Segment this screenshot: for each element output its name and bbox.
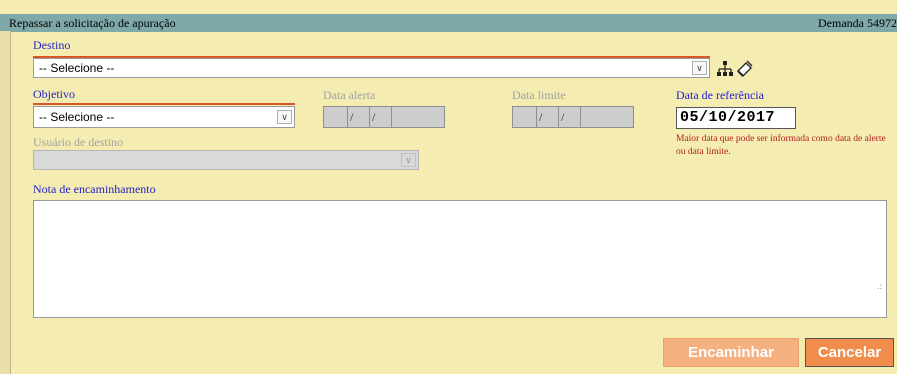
date-separator: / [539,110,543,124]
hierarchy-icon[interactable] [716,60,734,78]
data-limite-month[interactable]: / [537,107,559,127]
data-limite-sep: / [559,107,581,127]
data-limite-input[interactable]: / / [512,106,634,128]
eraser-icon[interactable] [735,60,753,78]
destino-label: Destino [33,38,71,52]
data-alerta-sep: / [370,107,392,127]
data-alerta-year[interactable] [392,107,444,127]
cancelar-button[interactable]: Cancelar [805,338,894,367]
objetivo-select[interactable]: -- Selecione -- ∨ [33,106,295,128]
left-edge [0,31,11,374]
data-referencia-input[interactable]: 05/10/2017 [676,107,796,129]
chevron-down-icon[interactable]: ∨ [692,61,707,75]
chevron-down-icon: ∨ [401,153,416,167]
data-limite-year[interactable] [581,107,633,127]
destino-value: -- Selecione -- [39,61,115,75]
objetivo-required-marker [33,103,295,105]
data-limite-day[interactable] [513,107,537,127]
nota-label: Nota de encaminhamento [33,182,156,196]
dialog-titlebar: Repassar a solicitação de apuração Deman… [0,0,897,32]
data-alerta-month[interactable]: / [348,107,370,127]
date-separator: / [372,110,376,124]
usuario-destino-label: Usuário de destino [33,135,123,149]
demand-number: Demanda 54972 [818,16,897,30]
data-alerta-day[interactable] [324,107,348,127]
data-limite-label: Data limite [512,88,566,102]
data-alerta-label: Data alerta [323,88,376,102]
chevron-down-icon[interactable]: ∨ [277,110,292,124]
data-referencia-label: Data de referência [676,88,764,102]
objetivo-label: Objetivo [33,87,75,101]
destino-required-marker [33,56,710,58]
nota-textarea[interactable]: .: [33,200,887,318]
data-alerta-input[interactable]: / / [323,106,445,128]
data-referencia-note: Maior data que pode ser informada como d… [676,134,886,157]
destino-select[interactable]: -- Selecione -- ∨ [33,58,710,78]
date-separator: / [561,110,565,124]
objetivo-value: -- Selecione -- [39,110,115,124]
usuario-destino-select[interactable]: ∨ [33,150,419,170]
resize-handle-icon[interactable]: .: [877,281,882,291]
encaminhar-button[interactable]: Encaminhar [663,338,799,367]
date-separator: / [350,110,354,124]
dialog-title: Repassar a solicitação de apuração [9,16,176,30]
